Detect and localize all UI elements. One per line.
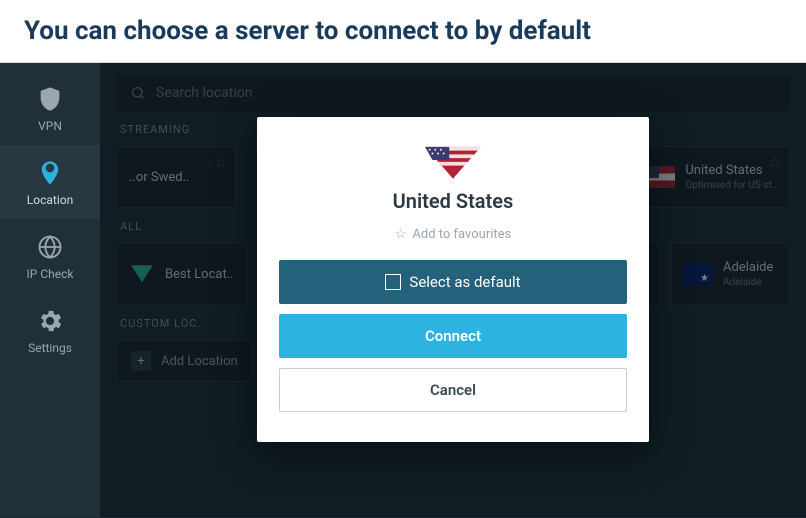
- gear-icon: [36, 307, 64, 335]
- cancel-label: Cancel: [430, 381, 476, 399]
- sidebar-item-settings[interactable]: Settings: [0, 293, 100, 367]
- sidebar-item-location[interactable]: Location: [0, 145, 100, 219]
- globe-icon: [36, 233, 64, 261]
- modal-flag-us-icon: [425, 141, 481, 179]
- select-default-label: Select as default: [409, 273, 520, 291]
- sidebar-item-ipcheck[interactable]: IP Check: [0, 219, 100, 293]
- caption-text: You can choose a server to connect to by…: [24, 16, 591, 46]
- sidebar-item-label: Location: [27, 193, 73, 207]
- server-modal: United States ☆ Add to favourites Select…: [257, 117, 649, 442]
- sidebar-item-vpn[interactable]: VPN: [0, 71, 100, 145]
- caption-banner: You can choose a server to connect to by…: [0, 0, 806, 63]
- main-panel: STREAMING ..or Swed.. ☆ United States Op…: [100, 63, 806, 517]
- pin-icon: [36, 159, 64, 187]
- connect-label: Connect: [425, 327, 481, 345]
- sidebar-item-label: Settings: [28, 341, 72, 355]
- checkbox-icon: [385, 274, 401, 290]
- star-outline-icon: ☆: [395, 227, 407, 242]
- modal-country-title: United States: [279, 189, 627, 213]
- app-frame: VPN Location IP Check Settings STREAMING…: [0, 63, 806, 517]
- modal-overlay: United States ☆ Add to favourites Select…: [100, 63, 806, 517]
- shield-icon: [36, 85, 64, 113]
- add-to-favourites[interactable]: ☆ Add to favourites: [279, 227, 627, 242]
- favourite-label: Add to favourites: [412, 227, 511, 242]
- sidebar-item-label: IP Check: [27, 267, 74, 281]
- sidebar: VPN Location IP Check Settings: [0, 63, 100, 517]
- connect-button[interactable]: Connect: [279, 314, 627, 358]
- sidebar-item-label: VPN: [38, 119, 62, 133]
- select-as-default-button[interactable]: Select as default: [279, 260, 627, 304]
- cancel-button[interactable]: Cancel: [279, 368, 627, 412]
